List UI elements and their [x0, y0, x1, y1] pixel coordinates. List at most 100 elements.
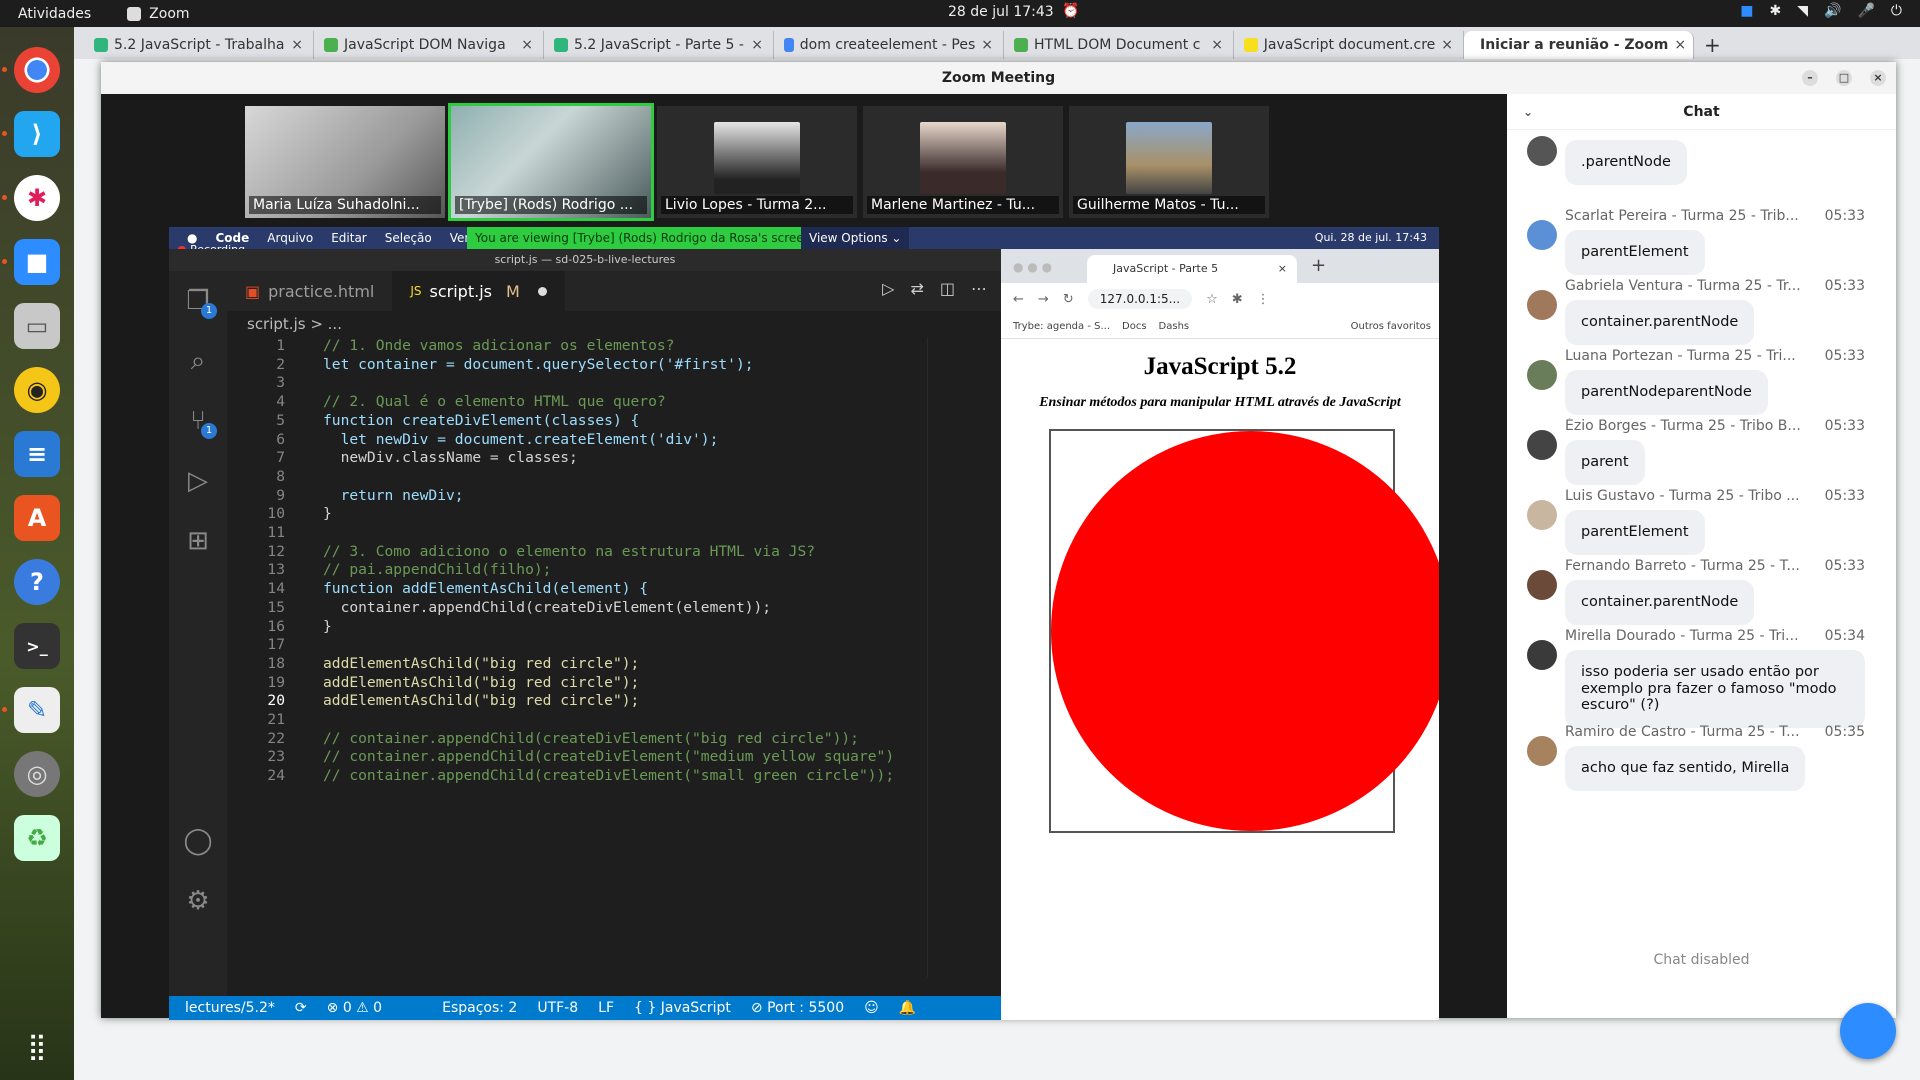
problems-status[interactable]: ⊗ 0 ⚠ 0 — [327, 1000, 382, 1016]
compare-icon[interactable]: ⇄ — [910, 279, 923, 298]
rhythmbox-icon[interactable]: ◉ — [14, 367, 60, 413]
code-line[interactable]: // container.appendChild(createDivElemen… — [323, 730, 859, 747]
notifications-icon[interactable]: 🔔 — [899, 1000, 916, 1016]
code-line[interactable]: // container.appendChild(createDivElemen… — [323, 767, 894, 784]
zoom-icon[interactable]: ■ — [2, 239, 60, 285]
indent-status[interactable]: Espaços: 2 — [442, 1000, 517, 1016]
forward-icon[interactable]: → — [1038, 292, 1049, 307]
code-line[interactable]: } — [323, 505, 332, 522]
feedback-icon[interactable]: ☺ — [864, 1000, 879, 1016]
wifi-icon[interactable]: ◥ — [1797, 3, 1808, 19]
bookmark[interactable]: Outros favoritos — [1351, 321, 1431, 332]
code-line[interactable]: function createDivElement(classes) { — [323, 412, 639, 429]
writer-icon[interactable]: ≡ — [14, 431, 60, 477]
activities-button[interactable]: Atividades — [18, 6, 91, 22]
maximize-icon[interactable]: □ — [1836, 70, 1852, 86]
system-tray[interactable]: ■ ✱ ◥ 🔊 🎤 ⏻ — [1740, 3, 1902, 19]
encoding-status[interactable]: UTF-8 — [537, 1000, 578, 1016]
extensions-icon[interactable]: ✱ — [1232, 292, 1243, 307]
minimap[interactable] — [927, 337, 985, 977]
source-control-icon[interactable]: ⑂ 1 — [169, 391, 227, 451]
participant-tile[interactable]: Livio Lopes - Turma 2... — [657, 106, 857, 218]
participant-tile[interactable]: Maria Luíza Suhadolni... — [245, 106, 445, 218]
explorer-icon[interactable]: ❐ 1 — [169, 271, 227, 331]
live-server-status[interactable]: ⊘ Port : 5500 — [751, 1000, 844, 1016]
participant-tile[interactable]: Marlene Martinez - Tu... — [863, 106, 1063, 218]
code-line[interactable]: let newDiv = document.createElement('div… — [323, 431, 719, 448]
code-line[interactable]: return newDiv; — [323, 487, 464, 504]
close-tab-icon[interactable]: × — [981, 37, 993, 53]
code-line[interactable]: // pai.appendChild(filho); — [323, 561, 551, 578]
tab-practice-html[interactable]: ▣ practice.html — [227, 271, 392, 311]
settings-gear-icon[interactable]: ⚙ — [169, 871, 227, 931]
close-tab-icon[interactable]: × — [1278, 255, 1287, 283]
trash-icon[interactable]: ♻ — [14, 815, 60, 861]
software-center-icon[interactable]: A — [14, 495, 60, 541]
tab-script-js[interactable]: JS script.js M — [392, 271, 565, 311]
chat-bubble-button[interactable] — [1840, 1003, 1896, 1059]
eol-status[interactable]: LF — [598, 1000, 614, 1016]
close-icon[interactable]: × — [1870, 70, 1886, 86]
back-icon[interactable]: ← — [1013, 292, 1024, 307]
code-line[interactable]: addElementAsChild("big red circle"); — [323, 655, 639, 672]
close-tab-icon[interactable]: × — [751, 37, 763, 53]
code-line[interactable]: function addElementAsChild(element) { — [323, 580, 648, 597]
bookmark[interactable]: Docs — [1122, 321, 1147, 332]
run-icon[interactable]: ▷ — [882, 279, 894, 298]
code-line[interactable]: container.appendChild(createDivElement(e… — [323, 599, 772, 616]
participant-tile-active-speaker[interactable]: [Trybe] (Rods) Rodrigo ... — [448, 103, 654, 221]
extensions-icon[interactable]: ⊞ — [169, 511, 227, 571]
branch-status[interactable]: lectures/5.2* — [185, 1000, 275, 1016]
bookmark[interactable]: Trybe: agenda - S... — [1013, 321, 1110, 332]
close-tab-icon[interactable]: × — [521, 37, 533, 53]
browser-tab[interactable]: JavaScript document.cre × — [1234, 31, 1464, 59]
disk-icon[interactable]: ◎ — [14, 751, 60, 797]
close-tab-icon[interactable]: × — [1674, 37, 1686, 53]
code-line[interactable]: // 1. Onde vamos adicionar os elementos? — [323, 337, 674, 354]
code-line[interactable]: let container = document.querySelector('… — [323, 356, 754, 373]
code-line[interactable]: addElementAsChild("big red circle"); — [323, 674, 639, 691]
help-icon[interactable]: ? — [14, 559, 60, 605]
code-line[interactable]: // 3. Como adiciono o elemento na estrut… — [323, 543, 815, 560]
code-editor[interactable]: 1 // 1. Onde vamos adicionar os elementos… — [227, 337, 927, 977]
browser-tab[interactable]: dom createelement - Pes × — [774, 31, 1004, 59]
split-editor-icon[interactable]: ◫ — [940, 279, 955, 298]
code-line[interactable]: newDiv.className = classes; — [323, 449, 578, 466]
chrome-icon[interactable] — [2, 47, 60, 93]
breadcrumb[interactable]: script.js > ... — [227, 311, 1001, 337]
shared-screen[interactable]: ● Code Arquivo Editar Seleção Ver Qui. 2… — [169, 227, 1439, 1020]
menu-icon[interactable]: ⋮ — [1257, 292, 1270, 307]
language-status[interactable]: { } JavaScript — [634, 1000, 731, 1016]
close-tab-icon[interactable]: × — [1211, 37, 1223, 53]
close-tab-icon[interactable]: × — [1441, 37, 1453, 53]
browser-tab-active[interactable]: Iniciar a reunião - Zoom × — [1464, 31, 1694, 59]
unsaved-dot-icon[interactable] — [537, 286, 547, 296]
files-icon[interactable]: ▭ — [14, 303, 60, 349]
browser-tab[interactable]: JavaScript DOM Naviga × — [314, 31, 544, 59]
slack-tray-icon[interactable]: ✱ — [1770, 3, 1782, 19]
text-editor-icon[interactable]: ✎ — [2, 687, 60, 733]
close-tab-icon[interactable]: × — [291, 37, 303, 53]
reload-icon[interactable]: ↻ — [1063, 292, 1074, 307]
view-options-button[interactable]: View Options ⌄ — [801, 227, 910, 249]
clock[interactable]: 28 de jul 17:43 — [948, 4, 1054, 20]
preview-tab[interactable]: JavaScript - Parte 5 × — [1087, 255, 1297, 283]
participant-tile[interactable]: Guilherme Matos - Tu... — [1069, 106, 1269, 218]
chevron-down-icon[interactable]: ⌄ — [1523, 94, 1533, 130]
more-actions-icon[interactable]: ⋯ — [971, 279, 987, 298]
account-icon[interactable]: ◯ — [169, 811, 227, 871]
code-line[interactable]: addElementAsChild("big red circle"); — [323, 692, 639, 709]
zoom-tray-icon[interactable]: ■ — [1740, 3, 1753, 19]
mic-icon[interactable]: 🎤 — [1857, 3, 1874, 19]
url-field[interactable]: 127.0.0.1:5... — [1087, 289, 1193, 309]
new-tab-button[interactable]: + — [1694, 31, 1731, 59]
browser-tab[interactable]: 5.2 JavaScript - Parte 5 - × — [544, 31, 774, 59]
search-icon[interactable]: ⌕ — [169, 331, 227, 391]
power-icon[interactable]: ⏻ — [1891, 3, 1902, 19]
browser-tab[interactable]: 5.2 JavaScript - Trabalha × — [84, 31, 314, 59]
code-line[interactable]: } — [323, 618, 332, 635]
star-icon[interactable]: ☆ — [1206, 292, 1218, 307]
show-apps-icon[interactable]: ⣿ — [27, 1032, 46, 1062]
app-menu[interactable]: Zoom — [127, 6, 190, 22]
minimize-icon[interactable]: – — [1802, 70, 1818, 86]
